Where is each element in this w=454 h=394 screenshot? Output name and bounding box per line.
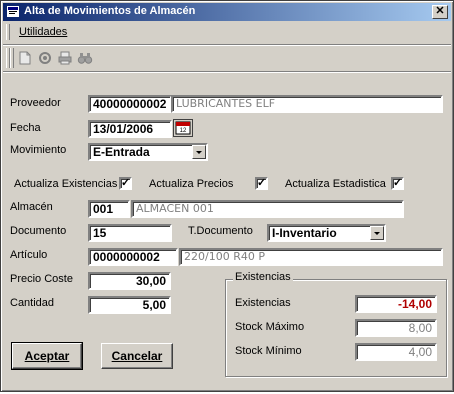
cancel-button-label: Cancelar [111,349,163,363]
actualiza-precios-label: Actualiza Precios [149,178,234,190]
documento-input[interactable]: 15 [88,224,172,242]
cantidad-label: Cantidad [10,297,55,309]
stock-minimo-label: Stock Mínimo [235,345,302,357]
tdocumento-select[interactable]: I-Inventario [267,224,386,242]
tdocumento-label: T.Documento [188,225,253,237]
stock-maximo-value: 8,00 [355,319,437,337]
actualiza-existencias-label: Actualiza Existencias [14,178,118,190]
proveedor-name-field: LUBRICANTES ELF [171,95,443,113]
actualiza-existencias-checkbox[interactable]: ✓ [119,177,132,190]
movimiento-select[interactable]: E-Entrada [88,143,208,161]
proveedor-code-input[interactable]: 40000000002 [88,95,172,113]
app-icon [7,6,19,17]
articulo-code-input[interactable]: 0000000002 [88,248,178,266]
tdocumento-value: I-Inventario [272,226,337,240]
existencias-label: Existencias [235,297,291,309]
fecha-label: Fecha [10,122,41,134]
articulo-name-field: 220/100 R40 P [179,248,443,266]
find-icon[interactable] [77,50,93,66]
actualiza-precios-checkbox[interactable]: ✓ [255,177,268,190]
menu-bar: Utilidades [3,23,451,43]
movimiento-value: E-Entrada [93,145,150,159]
fecha-input[interactable]: 13/01/2006 [88,120,172,138]
accept-button[interactable]: Aceptar [11,342,83,370]
existencias-group-title: Existencias [233,271,293,283]
new-document-icon[interactable] [17,50,33,66]
existencias-value: -14,00 [355,295,437,313]
title-bar[interactable]: Alta de Movimientos de Almacén ✕ [3,3,451,21]
close-button[interactable]: ✕ [432,5,448,19]
toolbar [3,46,451,70]
toolbar-separator [3,71,451,73]
cantidad-input[interactable]: 5,00 [88,296,171,314]
articulo-label: Artículo [10,249,48,261]
cancel-button[interactable]: Cancelar [101,343,173,369]
toolbar-grip-2 [10,48,14,68]
view-icon[interactable] [37,50,53,66]
actualiza-estadistica-checkbox[interactable]: ✓ [391,177,404,190]
menu-utilidades[interactable]: Utilidades [19,26,67,38]
calendar-icon[interactable]: 12 [173,119,193,137]
chevron-down-icon[interactable] [192,145,206,159]
print-icon[interactable] [57,50,73,66]
movimiento-label: Movimiento [10,144,67,156]
stock-minimo-value: 4,00 [355,343,437,361]
dialog-window: Alta de Movimientos de Almacén ✕ Utilida… [0,0,454,392]
precio-coste-label: Precio Coste [10,273,73,285]
calendar-text: 12 [180,128,187,134]
window-title: Alta de Movimientos de Almacén [24,5,196,17]
documento-label: Documento [10,225,67,237]
almacen-label: Almacén [10,201,53,213]
precio-coste-input[interactable]: 30,00 [88,272,171,290]
stock-maximo-label: Stock Máximo [235,321,305,333]
menu-grip[interactable] [6,24,10,40]
chevron-down-icon[interactable] [370,226,384,240]
almacen-code-input[interactable]: 001 [88,200,130,218]
actualiza-estadistica-label: Actualiza Estadistica [285,178,386,190]
accept-button-label: Aceptar [24,349,70,363]
almacen-name-field: ALMACEN 001 [131,200,404,218]
proveedor-label: Proveedor [10,97,61,109]
